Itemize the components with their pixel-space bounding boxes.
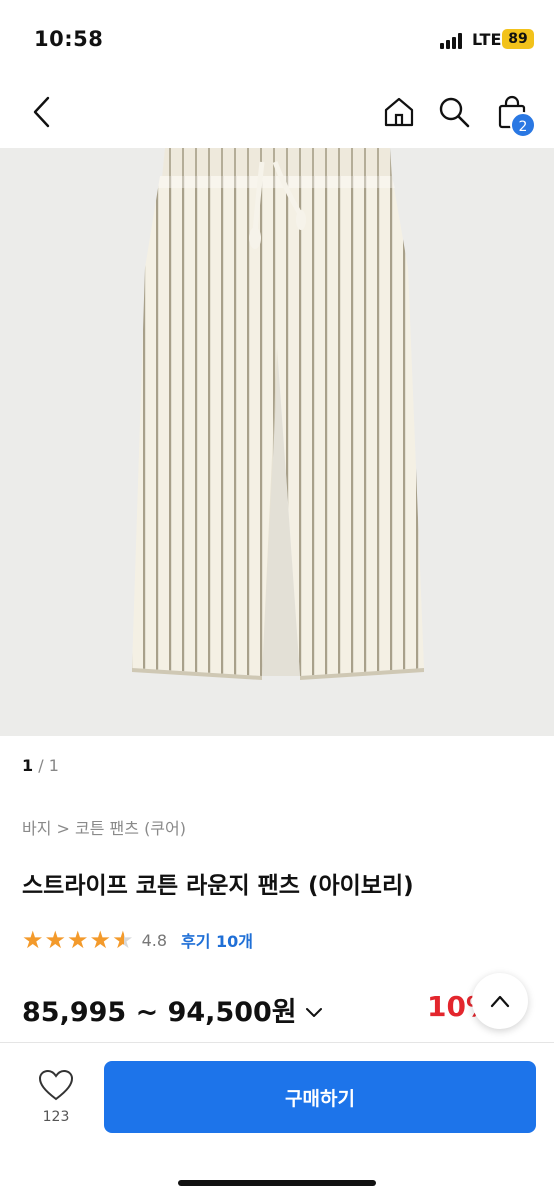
cart-count-badge: 2 [510, 112, 536, 138]
like-button[interactable]: 123 [30, 1069, 82, 1125]
buy-button[interactable]: 구매하기 [104, 1061, 536, 1133]
star-icon: ★ [89, 926, 112, 954]
status-time: 10:58 [34, 27, 104, 51]
star-icon: ★ [22, 926, 44, 954]
product-image[interactable] [0, 148, 554, 736]
screen: 10:58 LTE 89 2 1 / 1 바지 > 코튼 팬츠 (쿠어) 스트라… [0, 0, 554, 1200]
half-star-icon: ★ [112, 926, 134, 954]
chevron-up-icon [490, 995, 510, 1008]
heart-icon [38, 1069, 74, 1101]
rating-row: ★ ★ ★ ★ ★ 4.8 후기 10개 [22, 927, 253, 953]
battery-badge: 89 [502, 29, 534, 49]
like-count: 123 [42, 1109, 70, 1125]
star-icon: ★ [67, 926, 89, 954]
chevron-down-icon [305, 994, 323, 1025]
header [0, 80, 554, 144]
home-icon [384, 97, 414, 127]
breadcrumb[interactable]: 바지 > 코튼 팬츠 (쿠어) [22, 815, 186, 839]
product-title: 스트라이프 코튼 라운지 팬츠 (아이보리) [22, 873, 414, 899]
scroll-top-button[interactable] [472, 973, 528, 1029]
search-button[interactable] [432, 90, 476, 134]
home-indicator [178, 1180, 376, 1186]
network-label: LTE [472, 30, 502, 49]
star-rating: ★ ★ ★ ★ ★ [22, 928, 134, 952]
pager-current: 1 [22, 756, 34, 775]
striped-pants-illustration [132, 148, 424, 680]
signal-icon [440, 33, 466, 49]
search-icon [439, 97, 470, 128]
status-bar: 10:58 LTE 89 [0, 0, 554, 80]
reviews-link[interactable]: 후기 10개 [181, 928, 253, 952]
pager-total: / 1 [38, 756, 59, 775]
chevron-left-icon [33, 96, 50, 128]
back-button[interactable] [20, 90, 64, 134]
rating-value: 4.8 [141, 930, 168, 950]
star-icon: ★ [44, 926, 67, 954]
price-range: 85,995 ~ 94,500원 [22, 997, 297, 1028]
bottom-action-bar: 123 구매하기 [0, 1042, 554, 1200]
image-pager: 1 / 1 [22, 756, 59, 775]
home-button[interactable] [377, 90, 421, 134]
price-row[interactable]: 85,995 ~ 94,500원 [22, 990, 323, 1029]
